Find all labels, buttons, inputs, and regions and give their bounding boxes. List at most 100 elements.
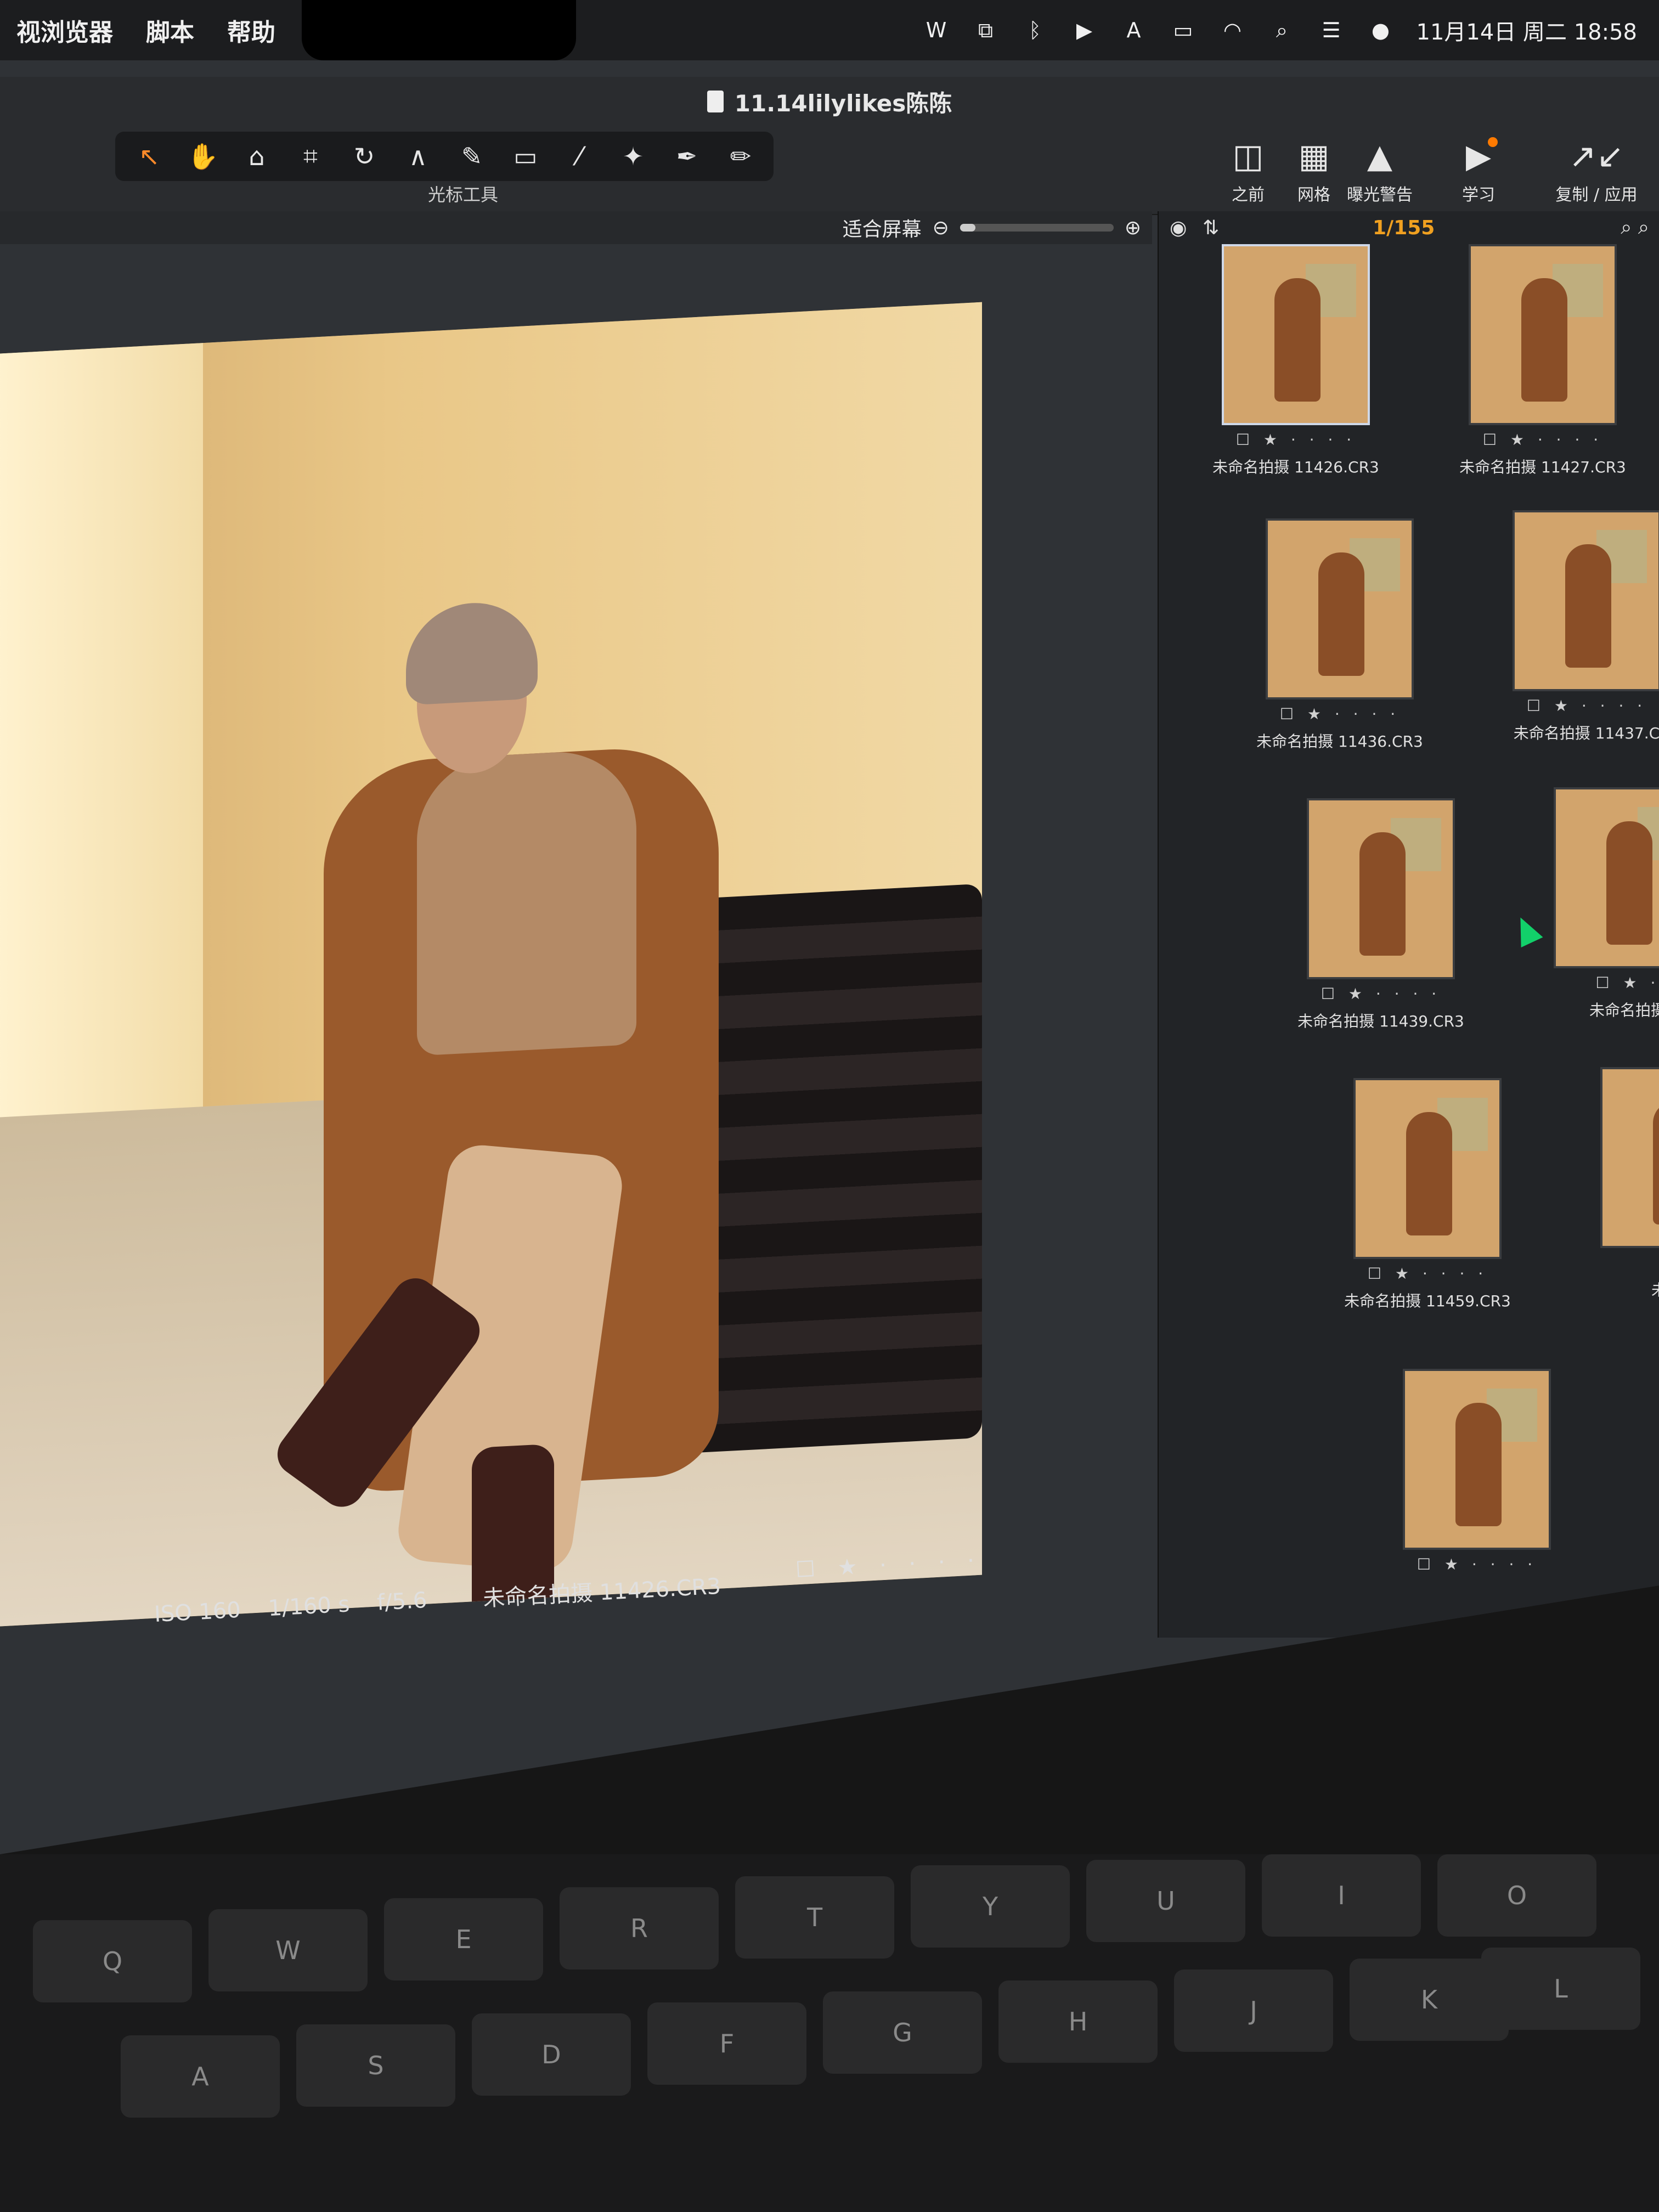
eye-icon[interactable]: ◉ [1170, 217, 1187, 239]
key: Y [911, 1865, 1070, 1948]
status-area: W ⧉ ᛒ ▶ A ▭ ◠ ⌕ ☰ ● 11月14日 周二 18:58 [923, 0, 1638, 60]
menu-item-view-browser[interactable]: 视浏览器 [0, 13, 129, 48]
wps-icon[interactable]: W [923, 16, 950, 44]
eyedropper-icon[interactable]: ✒ [664, 137, 710, 176]
key: T [735, 1876, 894, 1959]
thumbnail-caption: 未命名拍摄 11426.CR3 [1212, 458, 1379, 476]
key: I [1262, 1854, 1421, 1937]
key: D [472, 2013, 631, 2096]
battery-icon[interactable]: ▭ [1170, 16, 1197, 44]
learn-label: 学习 [1462, 185, 1495, 205]
select-arrow-icon[interactable]: ↖ [126, 137, 172, 176]
grid-button[interactable]: ▦ 网格 [1278, 137, 1350, 205]
laptop-screen: 视浏览器 脚本 帮助 W ⧉ ᛒ ▶ A ▭ ◠ ⌕ ☰ ● 11月14日 周二… [0, 0, 1659, 1854]
grid-label: 网格 [1297, 185, 1330, 205]
filmstrip-thumbnail[interactable] [1513, 510, 1659, 691]
cursor-tools-group: ↖ ✋ ⌂ ⌗ ↻ ∧ ✎ ▭ ⁄ ✦ ✒ ✏ [115, 132, 774, 181]
thumbnail-rating[interactable]: ☐ ★ · [1540, 974, 1659, 992]
annotate-icon[interactable]: ✏ [718, 137, 764, 176]
zoom-out-icon[interactable]: ⊖ [933, 217, 949, 239]
filmstrip-thumbnail[interactable] [1266, 518, 1414, 699]
filmstrip-thumbnail[interactable] [1222, 244, 1370, 425]
zoom-fit-label[interactable]: 适合屏幕 [843, 213, 922, 242]
thumbnail-rating[interactable]: ☐ ★ · · · · [1499, 697, 1659, 715]
key: G [823, 1991, 982, 2074]
key: W [208, 1909, 368, 1991]
eraser-icon[interactable]: ▭ [503, 137, 549, 176]
key: O [1437, 1854, 1596, 1937]
window-title: 11.14lilylikes陈陈 [734, 89, 952, 117]
sync-icon[interactable]: ⧉ [972, 16, 1000, 44]
thumbnail-rating[interactable]: ☐ ★ · · · · [1340, 1265, 1515, 1283]
search-icon[interactable]: ⌕ [1268, 16, 1296, 44]
key: J [1174, 1970, 1333, 2052]
key: U [1086, 1860, 1245, 1942]
sort-icon[interactable]: ⇅ [1203, 217, 1219, 239]
input-method-icon[interactable]: A [1120, 16, 1148, 44]
keystone-icon[interactable]: ∧ [395, 137, 441, 176]
thumbnail-figure [1274, 278, 1321, 402]
menu-item-script[interactable]: 脚本 [129, 13, 211, 48]
filmstrip-thumbnail[interactable] [1353, 1078, 1502, 1259]
filmstrip-thumbnail[interactable] [1600, 1067, 1659, 1248]
wifi-icon[interactable]: ◠ [1219, 16, 1246, 44]
aperture-value: f/5.6 [376, 1587, 428, 1616]
stamp-icon[interactable]: ⌂ [234, 137, 280, 176]
filmstrip-thumbnail[interactable] [1469, 244, 1617, 425]
main-photo[interactable] [0, 302, 982, 1627]
thumbnail-rating[interactable]: ☐ ★ · · · · [1252, 705, 1427, 723]
key: H [998, 1980, 1158, 2063]
zoom-in-icon[interactable]: ⊕ [1125, 217, 1141, 239]
key: L [1481, 1948, 1640, 2030]
thumbnail-rating[interactable]: ☐ [1587, 1254, 1659, 1272]
exposure-warning-icon: ▲ [1367, 137, 1393, 176]
learn-button[interactable]: ▶ 学习 [1443, 137, 1514, 205]
zoom-slider[interactable] [960, 224, 1114, 232]
brush-icon[interactable]: ✎ [449, 137, 495, 176]
copy-apply-button[interactable]: ↗↙ 复制 / 应用 [1542, 137, 1651, 205]
play-icon[interactable]: ▶ [1071, 16, 1098, 44]
heal-icon[interactable]: ✦ [610, 137, 656, 176]
shutter-value: 1/160 s [267, 1592, 351, 1622]
thumbnail-figure [1565, 544, 1611, 668]
hand-pan-icon[interactable]: ✋ [180, 137, 226, 176]
menu-item-help[interactable]: 帮助 [211, 13, 292, 48]
photo-sweater [417, 748, 636, 1056]
before-button[interactable]: ◫ 之前 [1212, 137, 1284, 205]
filmstrip-search-icon[interactable]: ⌕ ⌕ [1621, 216, 1649, 239]
bluetooth-icon[interactable]: ᛒ [1022, 16, 1049, 44]
main-select-checkbox[interactable]: ☐ [795, 1556, 823, 1583]
thumbnail-figure [1359, 832, 1406, 956]
camera-notch [302, 0, 576, 60]
rotate-icon[interactable]: ↻ [341, 137, 387, 176]
thumbnail-figure [1521, 278, 1567, 402]
thumbnail-caption: 未命名 [1651, 1281, 1659, 1299]
thumbnail-rating[interactable]: ☐ ★ · · · · [1389, 1555, 1565, 1573]
iso-value: ISO 160 [154, 1597, 241, 1627]
filmstrip-thumbnail[interactable] [1403, 1369, 1551, 1550]
grid-icon: ▦ [1298, 137, 1330, 176]
clock[interactable]: 11月14日 周二 18:58 [1417, 14, 1638, 46]
thumbnail-rating[interactable]: ☐ ★ · · · · [1208, 431, 1384, 449]
thumbnail-rating[interactable]: ☐ ★ · · · · [1455, 431, 1630, 449]
window-titlebar: 11.14lilylikes陈陈 [0, 77, 1659, 126]
copy-apply-icon: ↗↙ [1568, 137, 1624, 176]
siri-icon[interactable]: ● [1367, 16, 1395, 44]
key: S [296, 2024, 455, 2107]
thumbnail-figure [1406, 1111, 1452, 1236]
thumbnail-caption: 未命名拍摄 11427.CR3 [1459, 458, 1626, 476]
filmstrip-thumbnail[interactable] [1554, 787, 1659, 968]
thumbnail-figure [1455, 1402, 1502, 1527]
thumbnail-caption: 未命名拍摄 11436.CR3 [1256, 732, 1423, 751]
control-center-icon[interactable]: ☰ [1318, 16, 1345, 44]
crop-icon[interactable]: ⌗ [287, 137, 334, 176]
thumbnail-rating[interactable]: ☐ ★ · · · · [1293, 985, 1469, 1003]
thumbnail-figure [1606, 821, 1652, 945]
copy-apply-label: 复制 / 应用 [1555, 185, 1638, 205]
exposure-warning-button[interactable]: ▲ 曝光警告 [1344, 137, 1415, 205]
document-icon [707, 91, 724, 112]
before-label: 之前 [1232, 185, 1265, 205]
gradient-icon[interactable]: ⁄ [556, 137, 602, 176]
filmstrip-thumbnail[interactable] [1307, 798, 1455, 979]
thumbnail-caption: 未命名拍摄 11459.CR3 [1344, 1292, 1511, 1310]
